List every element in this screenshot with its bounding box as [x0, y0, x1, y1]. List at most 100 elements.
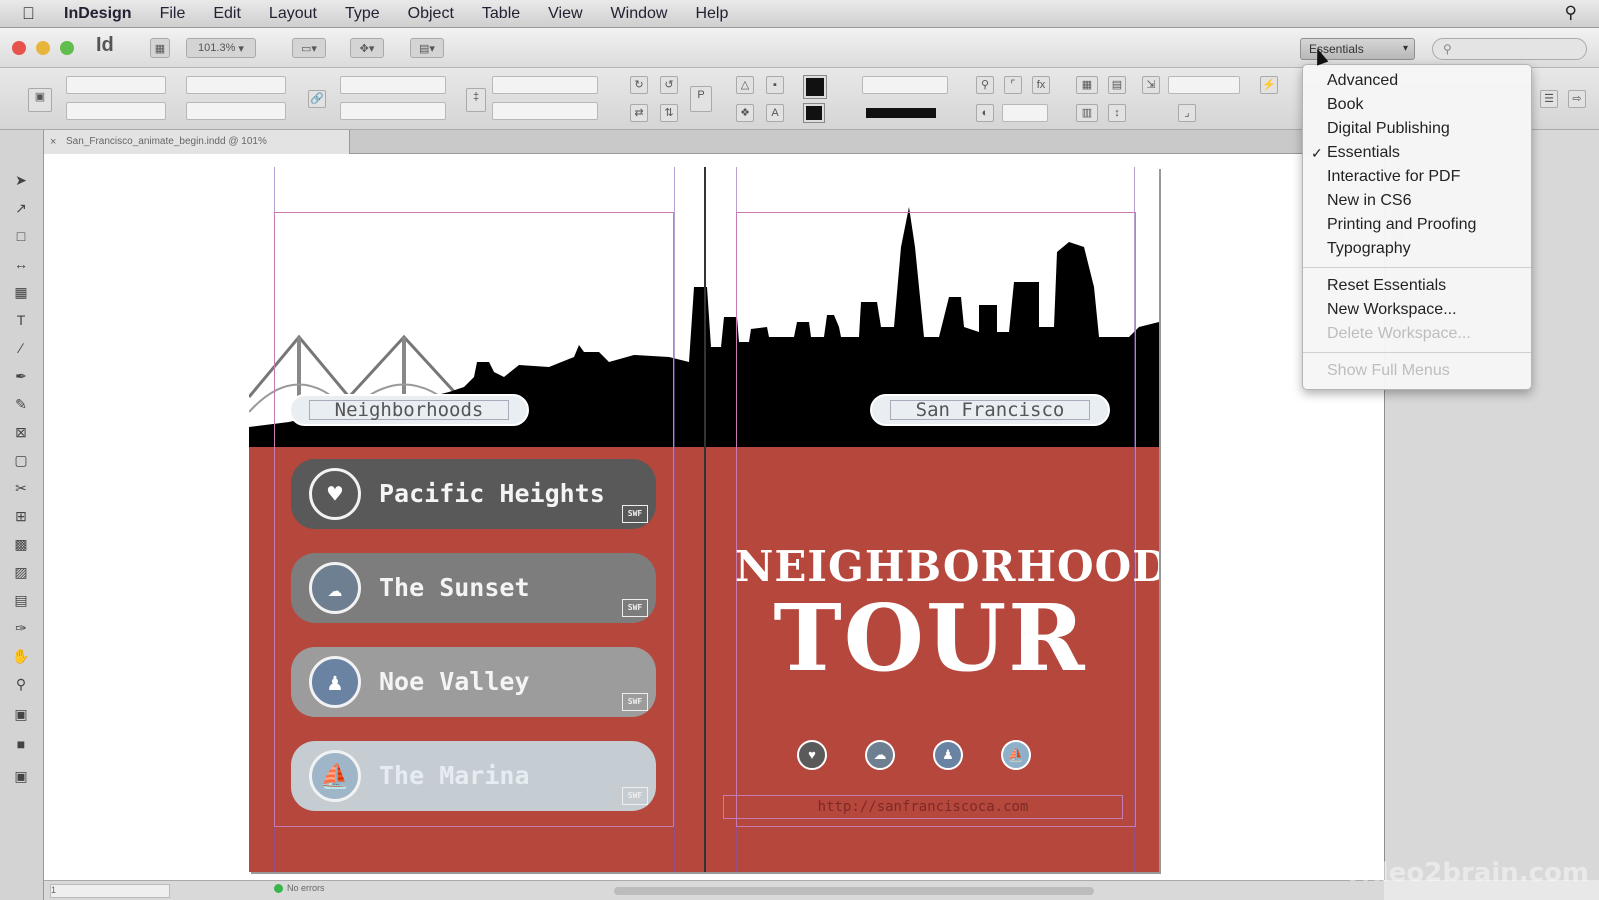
pencil-tool-icon[interactable]: ✎: [10, 394, 32, 414]
x-position-field[interactable]: [66, 76, 166, 94]
page-number-field[interactable]: 1: [50, 884, 170, 898]
horizontal-scrollbar[interactable]: [614, 887, 1094, 895]
cloud-icon[interactable]: ☁: [865, 740, 895, 770]
constrain-proportions-icon[interactable]: 🔗: [308, 90, 326, 108]
spotlight-search-icon[interactable]: ⚲: [1565, 3, 1577, 23]
shear-field[interactable]: [492, 102, 598, 120]
effects-icon[interactable]: fx: [1032, 76, 1050, 94]
menu-item-reset-essentials[interactable]: Reset Essentials: [1303, 274, 1531, 298]
pen-tool-icon[interactable]: ✒: [10, 366, 32, 386]
menu-item-new-workspace[interactable]: New Workspace...: [1303, 298, 1531, 322]
hand-tool-icon[interactable]: ✋: [10, 646, 32, 666]
text-format-icon[interactable]: A: [766, 104, 784, 122]
menu-item-book[interactable]: Book: [1303, 93, 1531, 117]
scissors-tool-icon[interactable]: ✂: [10, 478, 32, 498]
neighborhoods-label[interactable]: Neighborhoods: [289, 394, 529, 426]
rectangle-tool-icon[interactable]: ▢: [10, 450, 32, 470]
fill-swatch[interactable]: [803, 75, 827, 99]
fill-stroke-icon[interactable]: ▪: [766, 76, 784, 94]
preflight-status[interactable]: No errors: [274, 883, 325, 894]
window-close-button[interactable]: [12, 41, 26, 55]
y-position-field[interactable]: [66, 102, 166, 120]
type-tool-icon[interactable]: T: [10, 310, 32, 330]
content-collector-icon[interactable]: ▦: [10, 282, 32, 302]
menu-table[interactable]: Table: [482, 5, 520, 23]
constrain-scale-icon[interactable]: ‡: [466, 88, 486, 112]
formatting-affects-icon[interactable]: ■: [10, 734, 32, 754]
menu-item-advanced[interactable]: Advanced: [1303, 69, 1531, 93]
gradient-swatch-tool-icon[interactable]: ▩: [10, 534, 32, 554]
zoom-level-select[interactable]: 101.3% ▾: [186, 38, 256, 58]
window-minimize-button[interactable]: [36, 41, 50, 55]
opacity-icon[interactable]: ◐: [976, 104, 994, 122]
menu-item-interactive-for-pdf[interactable]: Interactive for PDF: [1303, 165, 1531, 189]
direct-selection-tool-icon[interactable]: ↗: [10, 198, 32, 218]
rotation-field[interactable]: [492, 76, 598, 94]
select-container-icon[interactable]: △: [736, 76, 754, 94]
the-marina-button[interactable]: ⛵ The Marina SWF: [291, 741, 656, 811]
corner-options-icon[interactable]: ⌜: [1004, 76, 1022, 94]
menu-view[interactable]: View: [548, 5, 582, 23]
stroke-swatch[interactable]: [803, 103, 825, 123]
menu-type[interactable]: Type: [345, 5, 380, 23]
the-sunset-button[interactable]: ☁ The Sunset SWF: [291, 553, 656, 623]
people-icon[interactable]: ♟: [933, 740, 963, 770]
free-transform-tool-icon[interactable]: ⊞: [10, 506, 32, 526]
view-options-icon[interactable]: ▭▾: [292, 38, 326, 58]
stroke-weight-field[interactable]: [862, 76, 948, 94]
apple-icon[interactable]: : [22, 4, 44, 24]
auto-fit-icon[interactable]: ⇲: [1142, 76, 1160, 94]
opacity-field[interactable]: [1002, 104, 1048, 122]
note-tool-icon[interactable]: ▤: [10, 590, 32, 610]
zoom-icon[interactable]: ⚲: [976, 76, 994, 94]
column-gutter-field[interactable]: [1168, 76, 1240, 94]
select-content-icon[interactable]: ❖: [736, 104, 754, 122]
flip-horizontal-icon[interactable]: ⇄: [630, 104, 648, 122]
height-field[interactable]: [186, 102, 286, 120]
boat-icon[interactable]: ⛵: [1001, 740, 1031, 770]
help-search-input[interactable]: ⚲: [1432, 38, 1587, 60]
screen-mode-tool-icon[interactable]: ▣: [10, 766, 32, 786]
close-icon[interactable]: ×: [50, 130, 56, 154]
gradient-feather-tool-icon[interactable]: ▨: [10, 562, 32, 582]
stroke-type-preview[interactable]: [866, 108, 936, 118]
screen-mode-icon[interactable]: ✥▾: [350, 38, 384, 58]
document-tab[interactable]: × San_Francisco_animate_begin.indd @ 101…: [44, 130, 350, 154]
menu-file[interactable]: File: [160, 5, 186, 23]
eyedropper-tool-icon[interactable]: ✑: [10, 618, 32, 638]
selection-tool-icon[interactable]: ➤: [10, 170, 32, 190]
panel-menu-icon[interactable]: ☰: [1540, 90, 1558, 108]
menu-item-printing-and-proofing[interactable]: Printing and Proofing: [1303, 213, 1531, 237]
window-zoom-button[interactable]: [60, 41, 74, 55]
menu-window[interactable]: Window: [611, 5, 668, 23]
menu-item-new-in-cs6[interactable]: New in CS6: [1303, 189, 1531, 213]
quick-apply-icon[interactable]: ⚡: [1260, 76, 1278, 94]
frame-fitting-icon[interactable]: ▥: [1076, 104, 1098, 122]
menu-edit[interactable]: Edit: [213, 5, 241, 23]
width-field[interactable]: [186, 76, 286, 94]
noe-valley-button[interactable]: ♟ Noe Valley SWF: [291, 647, 656, 717]
url-text-frame[interactable]: http://sanfranciscoca.com: [723, 795, 1123, 819]
page-tool-icon[interactable]: □: [10, 226, 32, 246]
rotate-ccw-icon[interactable]: ↺: [660, 76, 678, 94]
menu-item-typography[interactable]: Typography: [1303, 237, 1531, 261]
heart-icon[interactable]: ♥: [797, 740, 827, 770]
zoom-tool-icon[interactable]: ⚲: [10, 674, 32, 694]
menu-app-name[interactable]: InDesign: [64, 5, 132, 23]
flip-vertical-icon[interactable]: ⇅: [660, 104, 678, 122]
rotate-cw-icon[interactable]: ↻: [630, 76, 648, 94]
paragraph-icon[interactable]: P: [690, 86, 712, 112]
corner-shape-icon[interactable]: ⌟: [1178, 104, 1196, 122]
bridge-icon[interactable]: ▦: [150, 38, 170, 58]
text-wrap-icon[interactable]: ▦: [1076, 76, 1098, 94]
menu-help[interactable]: Help: [695, 5, 728, 23]
rectangle-frame-tool-icon[interactable]: ⊠: [10, 422, 32, 442]
align-icon[interactable]: ▤: [1108, 76, 1126, 94]
pacific-heights-button[interactable]: ♥ Pacific Heights SWF: [291, 459, 656, 529]
distribute-icon[interactable]: ↕: [1108, 104, 1126, 122]
menu-layout[interactable]: Layout: [269, 5, 317, 23]
scale-x-field[interactable]: [340, 76, 446, 94]
arrange-documents-icon[interactable]: ▤▾: [410, 38, 444, 58]
menu-object[interactable]: Object: [408, 5, 454, 23]
fill-stroke-swatch-icon[interactable]: ▣: [10, 704, 32, 724]
